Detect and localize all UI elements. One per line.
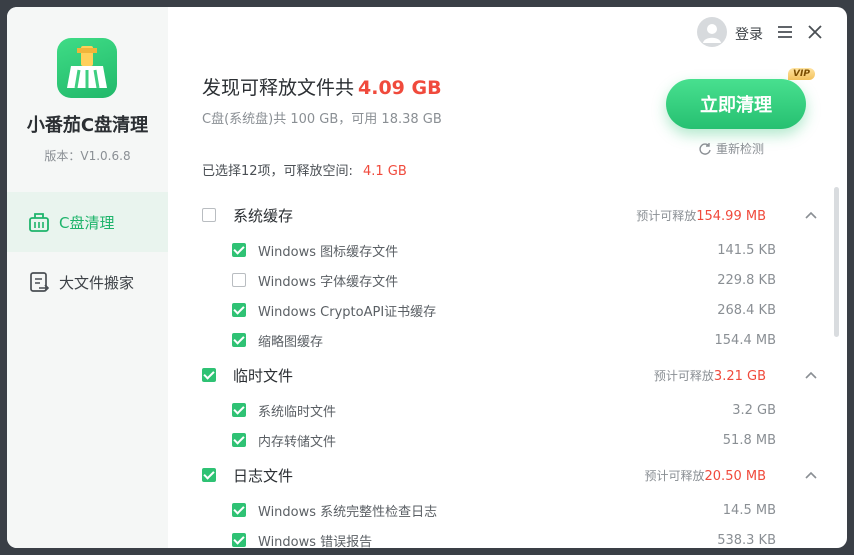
estimated-release: 预计可释放20.50 MB — [644, 468, 767, 484]
item-size: 3.2 GB — [732, 402, 776, 418]
item-size: 268.4 KB — [717, 302, 776, 318]
broom-icon — [29, 213, 49, 232]
list-item[interactable]: Windows 系统完整性检查日志 14.5 MB — [168, 495, 847, 525]
item-checkbox[interactable] — [232, 243, 246, 257]
estimated-release: 预计可释放154.99 MB — [636, 208, 766, 224]
item-checkbox[interactable] — [232, 333, 246, 347]
category-checkbox[interactable] — [202, 468, 216, 482]
item-label: 内存转储文件 — [258, 434, 337, 450]
app-window: 小番茄C盘清理 版本：V1.0.6.8 C盘清理 大文件搬家 登录 发现可释放文… — [7, 7, 847, 548]
disk-info: C盘(系统盘)共 100 GB，可用 18.38 GB — [202, 112, 442, 127]
item-checkbox[interactable] — [232, 273, 246, 287]
item-size: 154.4 MB — [714, 332, 776, 348]
avatar[interactable] — [697, 17, 727, 47]
close-icon[interactable] — [806, 23, 824, 41]
item-checkbox[interactable] — [232, 403, 246, 417]
category-checkbox[interactable] — [202, 368, 216, 382]
sidebar-item-c-clean[interactable]: C盘清理 — [7, 192, 168, 252]
list-item[interactable]: 缩略图缓存 154.4 MB — [168, 325, 847, 355]
item-size: 141.5 KB — [717, 242, 776, 258]
page-title: 发现可释放文件共 4.09 GB — [202, 73, 442, 100]
chevron-up-icon[interactable] — [804, 370, 818, 380]
vip-badge: VIP — [788, 68, 815, 80]
item-checkbox[interactable] — [232, 533, 246, 547]
scrollbar[interactable] — [834, 187, 839, 337]
title-prefix: 发现可释放文件共 — [202, 77, 355, 99]
item-label: Windows 错误报告 — [258, 534, 373, 549]
category-checkbox[interactable] — [202, 208, 216, 222]
main-panel: 登录 发现可释放文件共 4.09 GB C盘(系统盘)共 100 GB，可用 18… — [168, 7, 847, 548]
item-checkbox[interactable] — [232, 303, 246, 317]
list-item[interactable]: Windows CryptoAPI证书缓存 268.4 KB — [168, 295, 847, 325]
item-checkbox[interactable] — [232, 503, 246, 517]
scan-result-list: 系统缓存 预计可释放154.99 MB Windows 图标缓存文件 141.5… — [168, 189, 847, 548]
refresh-icon — [699, 142, 711, 155]
item-size: 14.5 MB — [722, 502, 776, 518]
chevron-up-icon[interactable] — [804, 210, 818, 220]
chevron-up-icon[interactable] — [804, 470, 818, 480]
list-item[interactable]: Windows 错误报告 538.3 KB — [168, 525, 847, 548]
user-icon — [703, 24, 721, 43]
list-item[interactable]: 系统临时文件 3.2 GB — [168, 395, 847, 425]
list-item[interactable]: 内存转储文件 51.8 MB — [168, 425, 847, 455]
sidebar: 小番茄C盘清理 版本：V1.0.6.8 C盘清理 大文件搬家 — [7, 7, 168, 548]
category-row-temp-files[interactable]: 临时文件 预计可释放3.21 GB — [168, 360, 847, 390]
app-logo-icon — [57, 38, 117, 98]
total-size: 4.09 GB — [358, 77, 442, 99]
category-label: 临时文件 — [233, 366, 294, 385]
category-row-log-files[interactable]: 日志文件 预计可释放20.50 MB — [168, 460, 847, 490]
selected-size: 4.1 GB — [362, 164, 407, 179]
login-link[interactable]: 登录 — [735, 24, 763, 44]
list-item[interactable]: Windows 字体缓存文件 229.8 KB — [168, 265, 847, 295]
item-label: 系统临时文件 — [258, 404, 337, 420]
clean-now-button[interactable]: 立即清理 — [666, 79, 806, 129]
item-label: 缩略图缓存 — [258, 334, 324, 350]
category-label: 系统缓存 — [233, 206, 294, 225]
sidebar-item-label: C盘清理 — [59, 213, 115, 232]
selected-summary: 已选择12项，可释放空间: 4.1 GB — [202, 160, 407, 179]
item-size: 538.3 KB — [717, 532, 776, 548]
estimated-release: 预计可释放3.21 GB — [653, 368, 766, 384]
selected-prefix: 已选择12项，可释放空间: — [202, 164, 353, 179]
app-name: 小番茄C盘清理 — [26, 115, 149, 136]
menu-icon[interactable] — [776, 24, 794, 40]
category-row-system-cache[interactable]: 系统缓存 预计可释放154.99 MB — [168, 200, 847, 230]
item-size: 229.8 KB — [717, 272, 776, 288]
item-label: Windows 图标缓存文件 — [258, 244, 399, 260]
item-label: Windows 系统完整性检查日志 — [258, 504, 438, 520]
app-version: 版本：V1.0.6.8 — [44, 149, 131, 163]
category-label: 日志文件 — [233, 466, 294, 485]
item-checkbox[interactable] — [232, 433, 246, 447]
sidebar-item-large-file-move[interactable]: 大文件搬家 — [7, 252, 168, 312]
item-label: Windows CryptoAPI证书缓存 — [258, 304, 437, 320]
list-item[interactable]: Windows 图标缓存文件 141.5 KB — [168, 235, 847, 265]
item-size: 51.8 MB — [722, 432, 776, 448]
file-move-icon — [30, 272, 50, 292]
sidebar-item-label: 大文件搬家 — [59, 273, 135, 292]
item-label: Windows 字体缓存文件 — [258, 274, 399, 290]
recheck-button[interactable]: 重新检测 — [698, 140, 764, 157]
recheck-label: 重新检测 — [716, 142, 765, 156]
